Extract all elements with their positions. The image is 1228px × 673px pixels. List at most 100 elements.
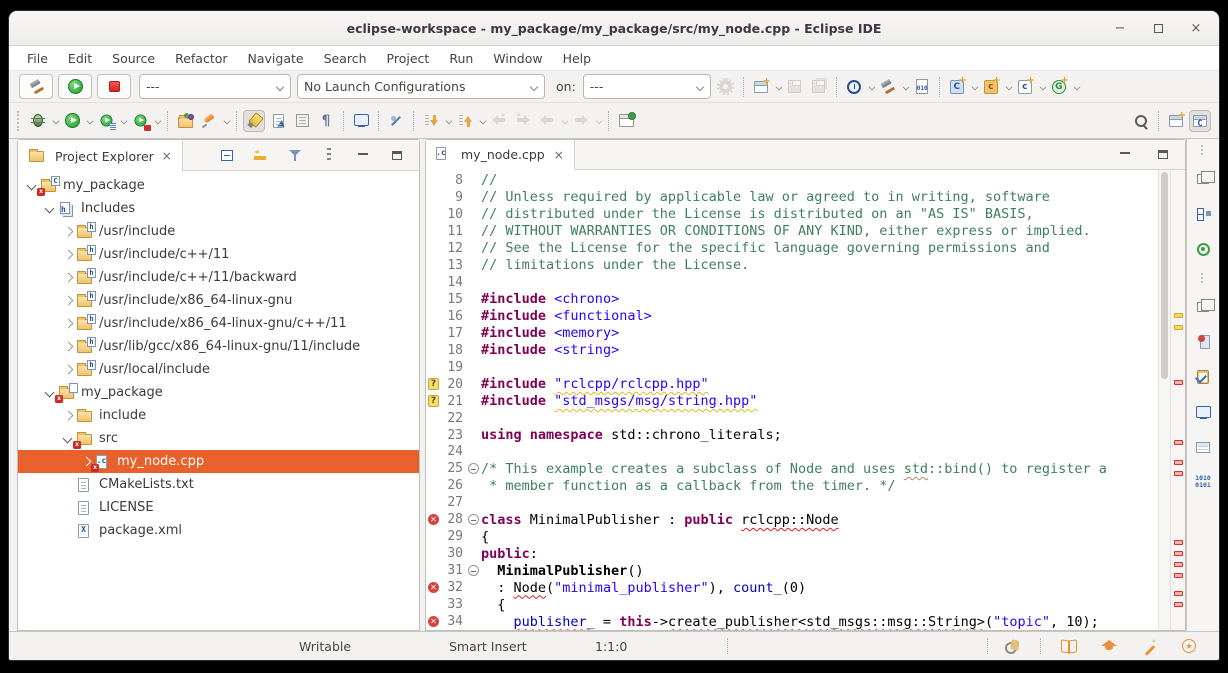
tree-item[interactable]: hIncludes xyxy=(18,197,419,220)
twistie-collapsed[interactable] xyxy=(60,224,76,240)
error-overview-marker[interactable] xyxy=(1174,562,1183,567)
tree-item[interactable]: Cxmy_package xyxy=(18,174,419,197)
new-wizard-menu[interactable] xyxy=(776,83,782,89)
error-overview-marker[interactable] xyxy=(1174,591,1183,596)
binary-file-button[interactable] xyxy=(911,76,933,98)
run-menu[interactable] xyxy=(87,117,93,123)
menu-item-navigate[interactable]: Navigate xyxy=(238,48,314,69)
new-class-menu[interactable] xyxy=(972,83,978,89)
console-view-button[interactable] xyxy=(1192,401,1214,423)
forward-button[interactable] xyxy=(570,110,592,132)
code-line[interactable]: 15#include <chrono> xyxy=(426,291,1158,308)
code-line[interactable]: 13// limitations under the License. xyxy=(426,257,1158,274)
debug-button[interactable] xyxy=(27,110,49,132)
build-targets-view-button[interactable] xyxy=(1192,238,1214,260)
tips-button[interactable] xyxy=(1138,635,1160,657)
build-project-button[interactable] xyxy=(877,76,899,98)
forward-menu[interactable] xyxy=(596,117,602,123)
save-button[interactable] xyxy=(784,76,806,98)
code-line[interactable]: 10// distributed under the License is di… xyxy=(426,206,1158,223)
tab-my-node-cpp[interactable]: .c my_node.cpp × xyxy=(426,140,575,170)
toolbar-drag-handle[interactable] xyxy=(17,111,22,131)
fold-gutter[interactable] xyxy=(465,514,481,525)
menu-item-file[interactable]: File xyxy=(17,48,58,69)
search-button[interactable] xyxy=(1130,110,1152,132)
build-button[interactable] xyxy=(19,74,53,99)
code-line[interactable]: 23using namespace std::chrono_literals; xyxy=(426,427,1158,444)
last-edit-location-button[interactable]: * xyxy=(488,110,510,132)
code-line[interactable]: 8// xyxy=(426,172,1158,189)
fold-gutter[interactable] xyxy=(465,565,481,576)
api-tag-button[interactable] xyxy=(1001,635,1023,657)
scrollbar-thumb[interactable] xyxy=(1161,172,1168,379)
error-overview-marker[interactable] xyxy=(1174,471,1183,476)
error-overview-marker[interactable] xyxy=(1174,380,1183,385)
code-line[interactable]: 33 { xyxy=(426,596,1158,613)
new-cpp-project-button[interactable]: c+ xyxy=(980,76,1002,98)
launch-rocket-button[interactable] xyxy=(198,110,220,132)
twistie-expanded[interactable] xyxy=(42,201,58,217)
launch-rocket-menu[interactable] xyxy=(224,117,230,123)
error-overview-marker[interactable] xyxy=(1174,540,1183,545)
next-annotation-button[interactable] xyxy=(420,110,442,132)
save-all-button[interactable] xyxy=(808,76,830,98)
warning-overview-marker[interactable] xyxy=(1174,313,1183,318)
restore-view-button[interactable] xyxy=(1192,296,1214,318)
overview-ruler[interactable] xyxy=(1170,170,1185,630)
pin-editor-toggle[interactable] xyxy=(615,110,637,132)
error-overview-marker[interactable] xyxy=(1174,602,1183,607)
code-line[interactable]: 20#include "rclcpp/rclcpp.hpp" xyxy=(426,376,1158,393)
code-editor[interactable]: 8//9// Unless required by applicable law… xyxy=(426,170,1158,630)
profile-menu[interactable] xyxy=(121,117,127,123)
stop-button[interactable] xyxy=(97,74,131,99)
new-source-file-menu[interactable] xyxy=(1040,83,1046,89)
tasks-view-button[interactable] xyxy=(1192,366,1214,388)
tree-item[interactable]: CMakeLists.txt xyxy=(18,473,419,496)
code-line[interactable]: 18#include <string> xyxy=(426,342,1158,359)
tree-item[interactable]: xmy_package xyxy=(18,381,419,404)
code-line[interactable]: 11// WITHOUT WARRANTIES OR CONDITIONS OF… xyxy=(426,223,1158,240)
menu-item-window[interactable]: Window xyxy=(483,48,552,69)
view-menu-button[interactable] xyxy=(318,144,340,166)
code-line[interactable]: 30public: xyxy=(426,545,1158,562)
target-settings-button[interactable] xyxy=(715,76,737,98)
tree-item[interactable]: Xpackage.xml xyxy=(18,519,419,542)
new-class-button[interactable]: C+ xyxy=(946,76,968,98)
fold-gutter[interactable] xyxy=(465,463,481,474)
back-button[interactable] xyxy=(536,110,558,132)
tab-project-explorer[interactable]: Project Explorer × xyxy=(18,140,183,171)
tree-item[interactable]: h/usr/include/c++/11 xyxy=(18,243,419,266)
properties-view-button[interactable] xyxy=(1192,436,1214,458)
close-button[interactable]: × xyxy=(1189,21,1203,35)
new-wizard-button[interactable]: + xyxy=(750,76,772,98)
code-line[interactable]: 14 xyxy=(426,274,1158,291)
menu-item-source[interactable]: Source xyxy=(102,48,165,69)
maximize-button[interactable] xyxy=(1151,21,1165,35)
code-line[interactable]: 28class MinimalPublisher : public rclcpp… xyxy=(426,511,1158,528)
help-book-button[interactable] xyxy=(1058,635,1080,657)
code-line[interactable]: 29{ xyxy=(426,528,1158,545)
code-line[interactable]: 25/* This example creates a subclass of … xyxy=(426,460,1158,477)
cpp-perspective-button[interactable]: C xyxy=(1189,110,1211,132)
code-line[interactable]: 34 publisher_ = this->create_publisher<s… xyxy=(426,613,1158,630)
memory-view-button[interactable]: 1010 0101 xyxy=(1192,471,1214,493)
menu-item-edit[interactable]: Edit xyxy=(58,48,102,69)
launch-history-menu[interactable] xyxy=(869,83,875,89)
open-console-button[interactable] xyxy=(350,110,372,132)
code-line[interactable]: 24 xyxy=(426,444,1158,461)
next-change-button[interactable] xyxy=(267,110,289,132)
warning-overview-marker[interactable] xyxy=(1174,325,1183,330)
menu-item-run[interactable]: Run xyxy=(439,48,483,69)
launch-config-combo[interactable]: No Launch Configurations xyxy=(297,74,545,99)
next-annotation-menu[interactable] xyxy=(446,117,452,123)
twistie-collapsed[interactable] xyxy=(60,270,76,286)
maximize-editor-button[interactable] xyxy=(1152,144,1174,166)
tree-item[interactable]: xsrc xyxy=(18,427,419,450)
minimize-view-button[interactable] xyxy=(352,144,374,166)
error-overview-marker[interactable] xyxy=(1174,551,1183,556)
external-tools-button[interactable] xyxy=(129,110,151,132)
launch-mode-combo[interactable]: --- xyxy=(139,74,291,99)
restore-view-button[interactable] xyxy=(1192,168,1214,190)
tree-item[interactable]: include xyxy=(18,404,419,427)
menu-item-search[interactable]: Search xyxy=(314,48,377,69)
